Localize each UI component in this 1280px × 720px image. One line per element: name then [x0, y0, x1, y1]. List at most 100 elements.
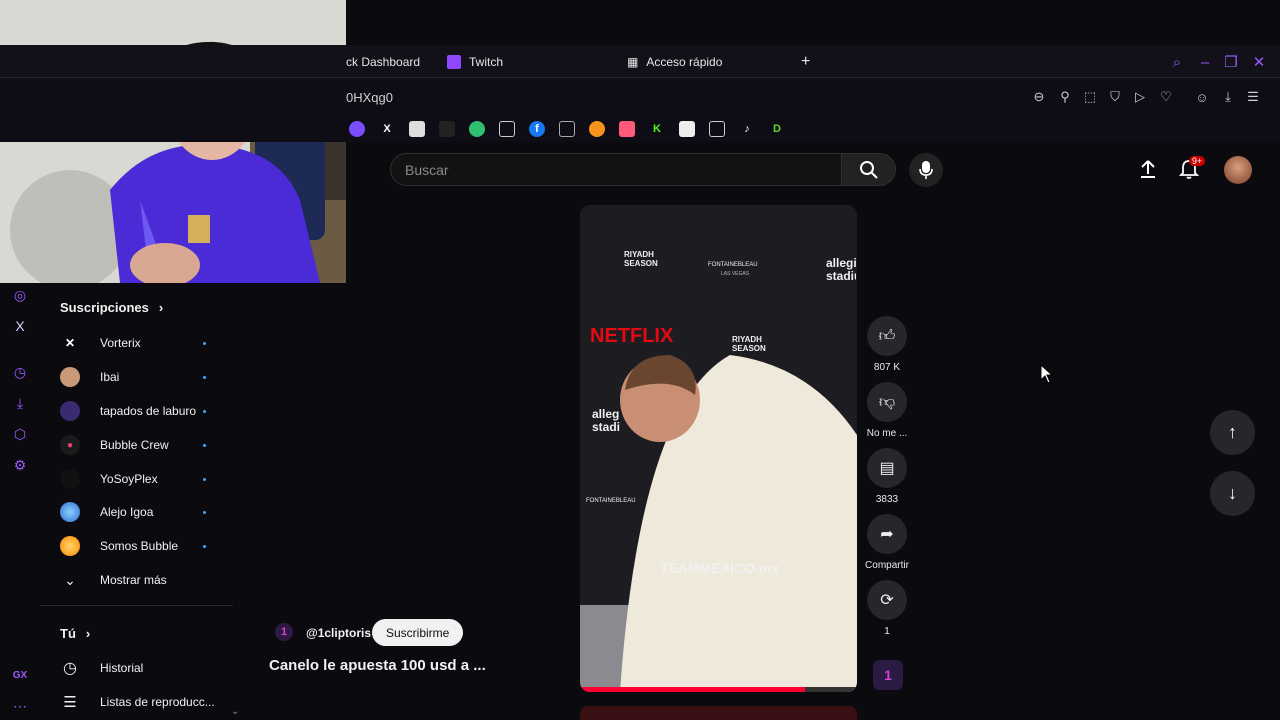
arrow-down-icon: ↓: [1228, 483, 1237, 503]
instagram-icon[interactable]: ◎: [11, 286, 29, 304]
x-icon[interactable]: X: [11, 317, 29, 335]
channel-handle[interactable]: @1cliptoris: [306, 626, 371, 640]
more-icon[interactable]: ⋯: [11, 697, 29, 715]
maximize-icon[interactable]: ❐: [1222, 53, 1240, 71]
show-more-button[interactable]: ⌄ Mostrar más: [60, 563, 220, 597]
mouse-cursor-icon: [1040, 364, 1054, 384]
sidebar-item-yosoyplex[interactable]: YoSoyPlex: [60, 462, 220, 496]
settings-icon[interactable]: ⚙: [11, 456, 29, 474]
thumbs-up-icon[interactable]: 👍︎: [867, 316, 907, 356]
channel-name: Alejo Igoa: [100, 505, 154, 519]
new-tab-button[interactable]: +: [801, 45, 810, 78]
subscriptions-header[interactable]: Suscripciones ›: [60, 300, 163, 315]
new-content-dot: [203, 375, 206, 379]
voice-search-button[interactable]: [909, 153, 943, 187]
gx-icon[interactable]: GX: [11, 666, 29, 684]
notifications-button[interactable]: 9+: [1178, 156, 1206, 182]
next-short-preview[interactable]: [580, 706, 857, 720]
sidebar-item-history[interactable]: ◷ Historial: [60, 651, 220, 685]
sidebar-item-ibai[interactable]: Ibai: [60, 360, 220, 394]
new-content-dot: [203, 544, 206, 548]
download-icon[interactable]: ⤓: [1220, 89, 1236, 105]
url-text: 0HXqg0: [346, 90, 393, 105]
previous-short-button[interactable]: ↑: [1210, 410, 1255, 455]
show-more-label: Mostrar más: [100, 573, 167, 587]
dislike-label: No me ...: [866, 428, 908, 439]
download-icon[interactable]: ⤓: [11, 394, 29, 412]
channel-avatar[interactable]: 1: [275, 623, 293, 641]
document-icon[interactable]: [709, 121, 725, 137]
comment-count: 3833: [875, 494, 899, 505]
sidebar-divider: [40, 605, 233, 606]
shield-icon[interactable]: ⛉: [1107, 89, 1123, 105]
remix-action[interactable]: ⟳ 1: [867, 580, 907, 637]
play-icon[interactable]: ▷: [1132, 89, 1148, 105]
close-icon[interactable]: ✕: [1250, 53, 1268, 71]
history-label: Historial: [100, 661, 144, 675]
audio-source-thumbnail[interactable]: 1: [873, 660, 903, 690]
like-action[interactable]: 👍︎ 807 K: [867, 316, 907, 373]
facebook-icon[interactable]: f: [529, 121, 545, 137]
sidebar-item-alejo-igoa[interactable]: Alejo Igoa: [60, 495, 220, 529]
search-icon: [859, 160, 878, 179]
bookmark-icon[interactable]: [439, 121, 455, 137]
zoom-out-icon[interactable]: ⊖: [1031, 89, 1047, 105]
tab-label: Acceso rápido: [646, 54, 723, 69]
history-icon[interactable]: ◷: [11, 363, 29, 381]
profile-icon[interactable]: ☺: [1194, 89, 1210, 105]
sidebar-item-bubble-crew[interactable]: ● Bubble Crew: [60, 428, 220, 462]
dislike-action[interactable]: 👎︎ No me ...: [867, 382, 907, 439]
short-title[interactable]: Canelo le apuesta 100 usd a ...: [269, 657, 486, 674]
thumbs-down-icon[interactable]: 👎︎: [867, 382, 907, 422]
you-header[interactable]: Tú ›: [60, 626, 90, 641]
new-content-dot: [203, 443, 206, 447]
subscribe-button[interactable]: Suscribirme: [372, 619, 464, 646]
x-icon[interactable]: X: [379, 121, 395, 137]
upload-button[interactable]: [1137, 158, 1159, 180]
channel-avatar: [60, 502, 80, 522]
sidebar-item-tapados-de-laburo[interactable]: tapados de laburo: [60, 394, 220, 428]
coin-icon[interactable]: [589, 121, 605, 137]
bookmark-d-icon[interactable]: D: [769, 121, 785, 137]
comments-action[interactable]: ▤ 3833: [867, 448, 907, 505]
next-short-button[interactable]: ↓: [1210, 471, 1255, 516]
discord-icon[interactable]: [679, 121, 695, 137]
avatar[interactable]: [1224, 156, 1252, 184]
pin-icon[interactable]: ⚲: [1057, 89, 1073, 105]
sidebar-item-playlists[interactable]: ☰ Listas de reproducc...: [60, 685, 220, 719]
channel-name: YoSoyPlex: [100, 472, 158, 486]
sidebar-item-somos-bubble[interactable]: Somos Bubble: [60, 529, 220, 563]
video-frame: [580, 205, 857, 692]
copilot-icon[interactable]: [349, 121, 365, 137]
chevron-right-icon: ›: [158, 300, 164, 315]
tab-quick-access[interactable]: ▦ Acceso rápido: [627, 45, 722, 78]
sidebar-item-vorterix[interactable]: ✕ Vorterix: [60, 326, 220, 360]
scroll-down-icon[interactable]: ⌄: [231, 706, 239, 717]
image-icon[interactable]: [409, 121, 425, 137]
team-mexico-logo-text: TEAMMÉXICO.mx: [660, 560, 780, 576]
remix-icon[interactable]: ⟳: [867, 580, 907, 620]
tiktok-icon[interactable]: ♪: [739, 121, 755, 137]
tab-dashboard[interactable]: ck Dashboard: [346, 45, 420, 78]
bookmark-icon[interactable]: [619, 121, 635, 137]
search-input[interactable]: Buscar: [390, 153, 842, 186]
bookmark-icon[interactable]: [469, 121, 485, 137]
share-action[interactable]: ➦ Compartir: [865, 514, 909, 571]
short-video-player[interactable]: NETFLIX RIYADH SEASON RIYADH SEASON FONT…: [580, 205, 857, 692]
comment-icon[interactable]: ▤: [867, 448, 907, 488]
cube-icon[interactable]: [559, 121, 575, 137]
search-tabs-icon[interactable]: ⌕: [1168, 53, 1186, 71]
new-content-dot: [203, 510, 206, 514]
document-icon[interactable]: [499, 121, 515, 137]
tab-label: Twitch: [469, 54, 504, 69]
share-icon[interactable]: ➦: [867, 514, 907, 554]
minimize-icon[interactable]: –: [1196, 53, 1214, 71]
tab-twitch[interactable]: Twitch: [447, 45, 503, 78]
kick-icon[interactable]: K: [649, 121, 665, 137]
snapshot-icon[interactable]: ⬚: [1082, 89, 1098, 105]
menu-icon[interactable]: ☰: [1245, 89, 1261, 105]
channel-avatar: ✕: [64, 336, 76, 350]
heart-icon[interactable]: ♡: [1158, 89, 1174, 105]
extensions-icon[interactable]: ⬡: [11, 425, 29, 443]
search-button[interactable]: [842, 153, 896, 186]
